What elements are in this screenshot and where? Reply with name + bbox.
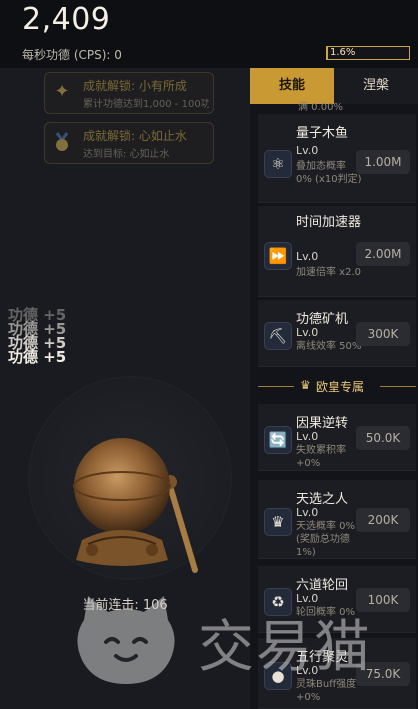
top-bar: 2,409 每秒功德 (CPS): 0 1.6% xyxy=(0,0,418,68)
skill-desc: 轮回概率 0% xyxy=(296,607,356,618)
skill-name: 时间加速器 xyxy=(296,215,362,230)
achievement-desc: 累计功德达到1,000 - 100功德 xyxy=(83,99,209,110)
medal-icon xyxy=(51,131,73,153)
atom-icon: ⚛ xyxy=(264,150,292,178)
skill-name: 五行聚灵 xyxy=(296,650,349,665)
skill-name: 量子木鱼 xyxy=(296,126,349,141)
cycle-icon: 🔄 xyxy=(264,426,292,454)
wooden-fish-icon[interactable] xyxy=(60,420,200,580)
progress-fill xyxy=(327,47,329,59)
achievement-desc: 达到目标: 心如止水 xyxy=(83,149,170,160)
skill-card[interactable]: ♻ 六道轮回 Lv.0 轮回概率 0% 100K xyxy=(258,566,416,633)
skill-level: Lv.0 xyxy=(296,326,319,339)
skill-cost-button[interactable]: 200K xyxy=(356,508,410,532)
pickaxe-icon: ⛏ xyxy=(264,322,292,350)
skill-cost-button[interactable]: 50.0K xyxy=(356,426,410,450)
skill-card[interactable]: ⛏ 功德矿机 Lv.0 离线效率 50% 300K xyxy=(258,300,416,367)
progress-bar: 1.6% xyxy=(326,46,410,60)
lucky-section-header: ♛ 欧皇专属 xyxy=(258,374,416,398)
tab-nirvana[interactable]: 涅槃 xyxy=(334,68,418,104)
skill-level: Lv.0 xyxy=(296,250,319,263)
skill-desc: 叠加态概率 0% (x10判定) xyxy=(296,161,362,185)
divider xyxy=(258,386,294,387)
achievement-title: 成就解锁: 心如止水 xyxy=(83,129,187,143)
skill-desc: 加速倍率 x2.0 xyxy=(296,267,361,278)
cps-label: 每秒功德 (CPS): 0 xyxy=(22,48,122,62)
skill-level: Lv.0 xyxy=(296,506,319,519)
skill-cost-button[interactable]: 100K xyxy=(356,588,410,612)
floating-text: 功德 +5 xyxy=(8,348,67,366)
skill-name: 天选之人 xyxy=(296,492,349,507)
divider xyxy=(380,386,416,387)
sparkle-icon: ✦ xyxy=(54,81,70,102)
achievement-title: 成就解锁: 小有所成 xyxy=(83,79,187,93)
skill-cost-button[interactable]: 2.00M xyxy=(356,242,410,266)
skill-level: Lv.0 xyxy=(296,144,319,157)
skill-level: Lv.0 xyxy=(296,592,319,605)
combo-label: 当前连击: 106 xyxy=(82,598,168,613)
section-title: 欧皇专属 xyxy=(316,380,365,394)
progress-text: 1.6% xyxy=(330,47,356,58)
skill-card[interactable]: ♛ 天选之人 Lv.0 天选概率 0% (奖励总功德1%) 200K xyxy=(258,480,416,559)
skill-desc: 离线效率 50% xyxy=(296,341,362,352)
achievement-toast: ✦ 成就解锁: 小有所成 累计功德达到1,000 - 100功德 xyxy=(44,72,214,114)
skill-panel: 技能 涅槃 满 0.00% ⚛ 量子木鱼 Lv.0 叠加态概率 0% (x10判… xyxy=(250,68,418,709)
achievement-toast: 成就解锁: 心如止水 达到目标: 心如止水 xyxy=(44,122,214,164)
skill-level: Lv.0 xyxy=(296,430,319,443)
skill-level: Lv.0 xyxy=(296,664,319,677)
skill-cost-button[interactable]: 1.00M xyxy=(356,150,410,174)
crown-icon: ♛ xyxy=(264,508,292,536)
skill-name: 因果逆转 xyxy=(296,416,349,431)
game-area[interactable]: ✦ 成就解锁: 小有所成 累计功德达到1,000 - 100功德 成就解锁: 心… xyxy=(0,68,250,709)
recycle-icon: ♻ xyxy=(264,588,292,616)
skill-desc: 灵珠Buff强度 +0% xyxy=(296,679,357,703)
skill-name: 功德矿机 xyxy=(296,312,349,327)
fast-forward-icon: ⏩ xyxy=(264,242,292,270)
skill-cost-button[interactable]: 300K xyxy=(356,322,410,346)
cut-off-text: 满 0.00% xyxy=(298,102,343,113)
skill-card[interactable]: 🔄 因果逆转 Lv.0 失败累积率 +0% 50.0K xyxy=(258,404,416,471)
skill-card[interactable]: ● 五行聚灵 Lv.0 灵珠Buff强度 +0% 75.0K xyxy=(258,638,416,709)
orb-icon: ● xyxy=(264,662,292,690)
skill-desc: 失败累积率 +0% xyxy=(296,445,346,469)
skill-cost-button[interactable]: 75.0K xyxy=(356,662,410,686)
skill-name: 六道轮回 xyxy=(296,578,349,593)
crown-icon: ♛ xyxy=(300,378,311,392)
skill-card[interactable]: ⚛ 量子木鱼 Lv.0 叠加态概率 0% (x10判定) 1.00M xyxy=(258,114,416,203)
merit-score: 2,409 xyxy=(22,2,111,37)
skill-card[interactable]: ⏩ 时间加速器 Lv.0 加速倍率 x2.0 2.00M xyxy=(258,206,416,297)
